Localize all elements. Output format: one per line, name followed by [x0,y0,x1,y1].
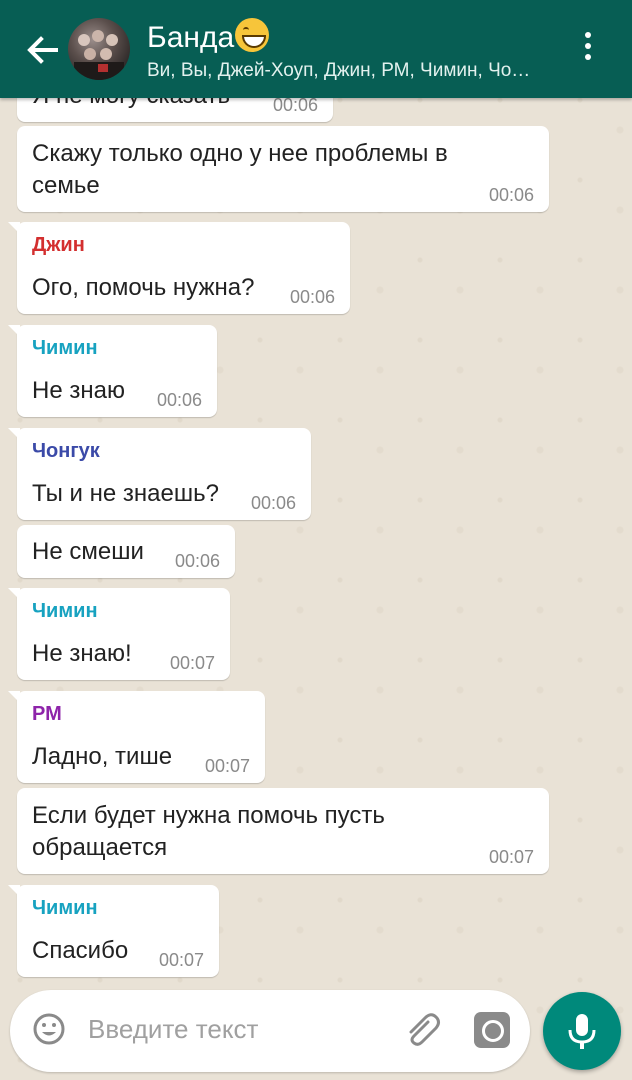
message-time: 00:06 [250,493,296,513]
message-bubble[interactable]: Если будет нужна помочь пусть обращается… [17,788,549,874]
chat-title[interactable]: Банда [147,18,270,55]
message-time: 00:07 [204,756,250,776]
message-input[interactable]: Введите текст [88,1014,258,1045]
message-bubble[interactable]: Чимин Не знаю! 00:07 [8,588,230,680]
chat-header: Банда Ви, Вы, Джей-Хоуп, Джин, РМ, Чимин… [0,0,632,98]
message-bubble[interactable]: Скажу только одно у нее проблемы в семье… [17,126,549,212]
sender-name[interactable]: РМ [32,703,62,726]
back-arrow-icon[interactable] [22,30,62,70]
paperclip-icon[interactable] [400,1008,444,1052]
message-bubble[interactable]: Не смеши 00:06 [17,525,235,578]
message-bubble[interactable]: Джин Ого, помочь нужна? 00:06 [8,222,350,314]
chat-title-text: Банда [147,21,235,54]
message-text: Ладно, тише [32,743,173,770]
message-text: Не знаю [32,377,125,404]
message-time: 00:07 [169,653,215,673]
smiley-icon[interactable] [32,1012,66,1046]
message-text: Если будет нужна помочь пусть обращается [32,802,385,861]
microphone-button[interactable] [543,992,621,1070]
message-text: Не знаю! [32,640,132,667]
message-input-bar[interactable]: Введите текст [10,990,530,1072]
sender-name[interactable]: Джин [32,234,85,257]
message-bubble[interactable]: Чимин Спасибо 00:07 [8,885,219,977]
message-text: Не смеши [32,538,144,565]
sender-name[interactable]: Чимин [32,337,98,360]
message-bubble[interactable]: РМ Ладно, тише 00:07 [8,691,265,783]
message-time: 00:06 [289,287,335,307]
message-time: 00:07 [158,950,204,970]
message-time: 00:06 [174,551,220,571]
message-text: Ты и не знаешь? [32,480,219,507]
sender-name[interactable]: Чимин [32,600,98,623]
message-text: Скажу только одно у нее проблемы в семье [32,140,448,199]
message-bubble[interactable]: Чонгук Ты и не знаешь? 00:06 [8,428,311,520]
sender-name[interactable]: Чимин [32,897,98,920]
message-bubble[interactable]: Чимин Не знаю 00:06 [8,325,217,417]
message-time: 00:07 [488,847,534,867]
sender-name[interactable]: Чонгук [32,440,100,463]
message-time: 00:06 [156,390,202,410]
message-text: Спасибо [32,937,129,964]
message-text: Ого, помочь нужна? [32,274,255,301]
camera-icon[interactable] [474,1012,510,1048]
group-avatar[interactable] [68,18,130,80]
message-time: 00:06 [488,185,534,205]
message-time: 00:06 [272,95,318,115]
chat-members[interactable]: Ви, Вы, Джей-Хоуп, Джин, РМ, Чимин, Чо… [147,60,547,82]
more-options-icon[interactable] [578,32,598,68]
microphone-icon [568,1014,596,1049]
grinning-face-emoji-icon [235,18,270,52]
